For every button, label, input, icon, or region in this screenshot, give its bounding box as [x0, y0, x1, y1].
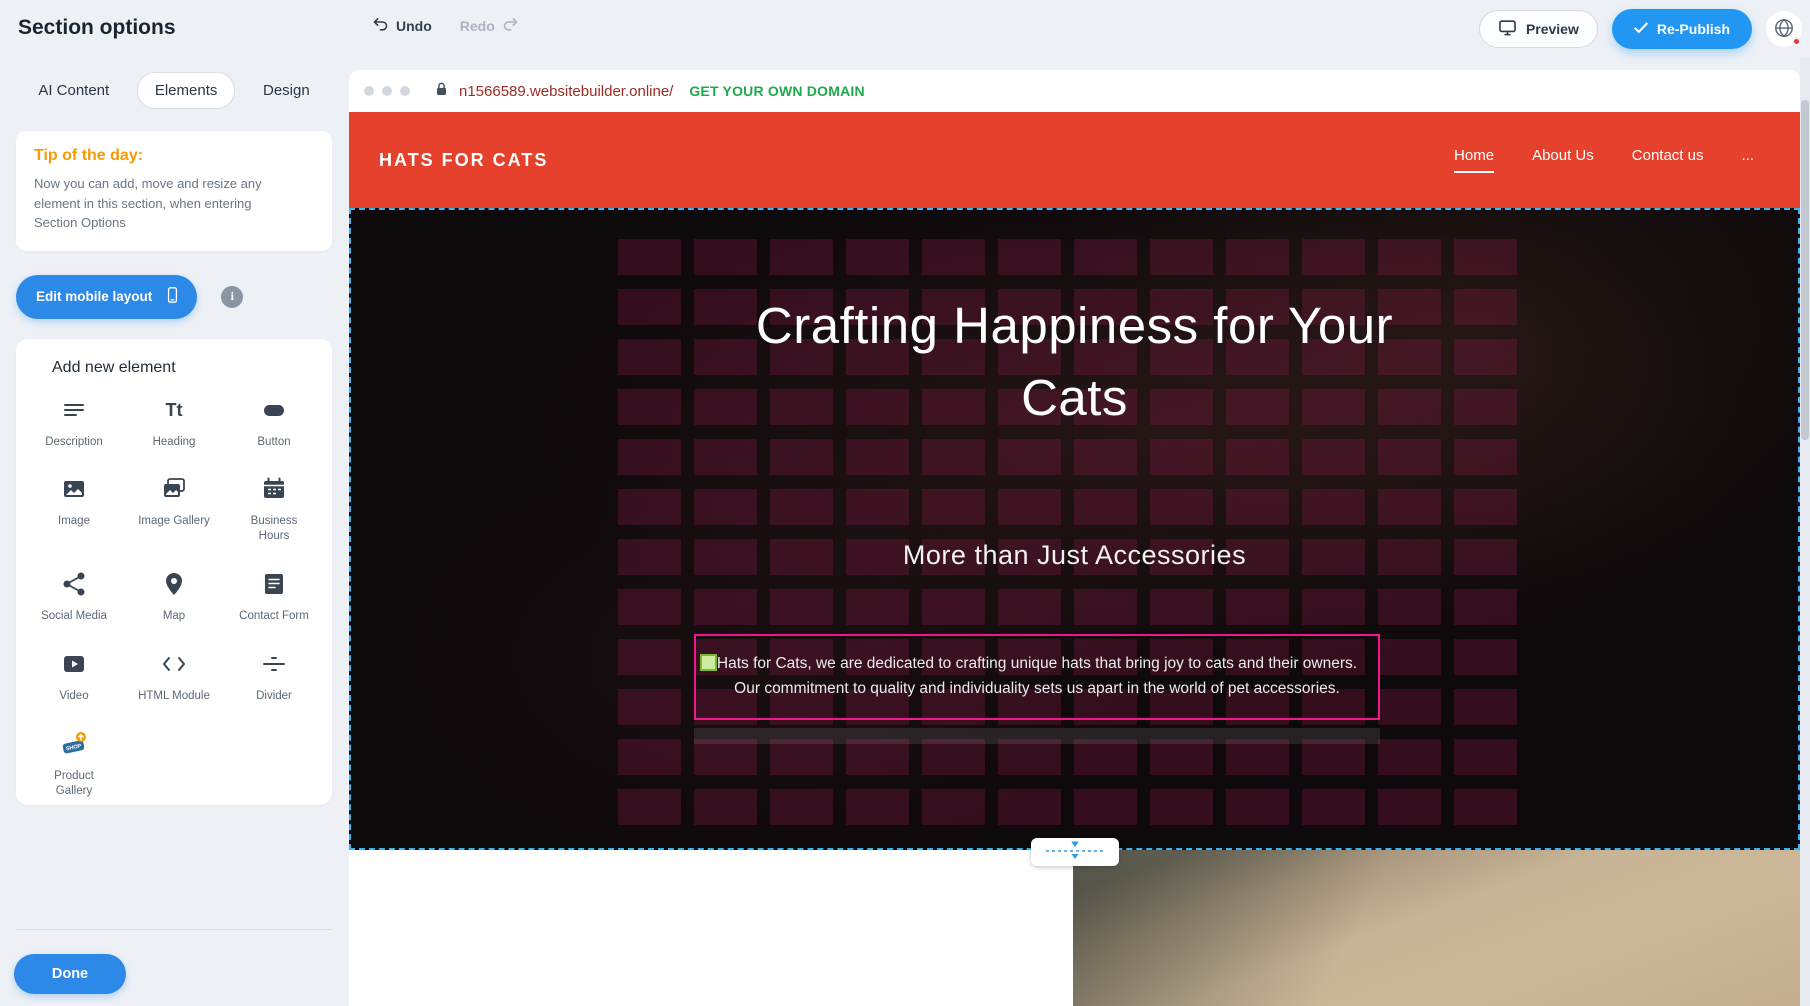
window-dot	[400, 86, 410, 96]
scrollbar-thumb[interactable]	[1801, 100, 1809, 440]
product-gallery-icon: SHOP	[61, 731, 87, 762]
element-item-divider[interactable]: Divider	[224, 651, 324, 704]
tip-title: Tip of the day:	[34, 147, 314, 165]
tip-body: Now you can add, move and resize any ele…	[34, 174, 286, 233]
element-item-button[interactable]: Button	[224, 397, 324, 450]
site-logo[interactable]: HATS FOR CATS	[379, 150, 548, 171]
scrollbar-track[interactable]	[1800, 58, 1810, 1006]
globe-icon	[1773, 17, 1795, 42]
tab-elements[interactable]: Elements	[137, 72, 236, 109]
divider-icon	[261, 651, 287, 682]
nav-contact-us[interactable]: Contact us	[1632, 147, 1704, 173]
element-item-description[interactable]: Description	[24, 397, 124, 450]
tab-design[interactable]: Design	[246, 73, 327, 108]
image-gallery-icon	[161, 476, 187, 507]
check-icon	[1634, 21, 1648, 37]
site-header: HATS FOR CATS Home About Us Contact us .…	[349, 112, 1800, 208]
edit-mobile-layout-button[interactable]: Edit mobile layout	[16, 275, 197, 319]
mobile-layout-row: Edit mobile layout i	[16, 275, 332, 319]
undo-button[interactable]: Undo	[372, 16, 432, 36]
app-topbar: Section options Undo Redo	[0, 0, 1810, 58]
element-item-map[interactable]: Map	[124, 571, 224, 624]
element-item-html-module[interactable]: HTML Module	[124, 651, 224, 704]
hero-subtitle[interactable]: More than Just Accessories	[349, 540, 1800, 571]
notification-dot	[1792, 37, 1801, 46]
element-item-product-gallery[interactable]: SHOP Product Gallery	[24, 731, 124, 799]
next-section	[349, 850, 1800, 1006]
monitor-icon	[1498, 18, 1517, 40]
window-dot	[382, 86, 392, 96]
element-item-image-gallery[interactable]: Image Gallery	[124, 476, 224, 544]
element-item-social-media[interactable]: Social Media	[24, 571, 124, 624]
selected-text-element[interactable]: Hats for Cats, we are dedicated to craft…	[694, 634, 1380, 720]
business-hours-icon	[261, 476, 287, 507]
republish-button[interactable]: Re-Publish	[1612, 9, 1752, 49]
hero-title[interactable]: Crafting Happiness for Your Cats	[730, 290, 1420, 435]
html-module-icon	[161, 651, 187, 682]
heading-icon: Tt	[161, 397, 187, 428]
next-section-blank	[349, 850, 1073, 1006]
lock-icon	[434, 81, 449, 102]
preview-label: Preview	[1526, 21, 1579, 37]
svg-text:Tt: Tt	[166, 400, 183, 420]
site-nav: Home About Us Contact us ...	[1454, 147, 1770, 173]
element-grid: Description Tt Heading Button	[24, 397, 324, 800]
contact-form-icon	[261, 571, 287, 602]
hero-paragraph[interactable]: Hats for Cats, we are dedicated to craft…	[696, 652, 1378, 702]
add-new-element-card: Add new element Description Tt Heading	[16, 339, 332, 806]
map-pin-icon	[161, 571, 187, 602]
redo-label: Redo	[460, 18, 495, 34]
window-dot	[364, 86, 374, 96]
nav-home[interactable]: Home	[1454, 147, 1494, 173]
drag-resize-handle[interactable]	[700, 654, 717, 671]
element-item-contact-form[interactable]: Contact Form	[224, 571, 324, 624]
image-icon	[61, 476, 87, 507]
element-item-business-hours[interactable]: Business Hours	[224, 476, 324, 544]
social-media-icon	[61, 571, 87, 602]
nav-about-us[interactable]: About Us	[1532, 147, 1594, 173]
element-item-heading[interactable]: Tt Heading	[124, 397, 224, 450]
sidebar-tabs: AI Content Elements Design	[16, 72, 332, 109]
language-globe-button[interactable]	[1766, 11, 1802, 47]
tip-of-the-day-card: Tip of the day: Now you can add, move an…	[16, 131, 332, 251]
redo-button[interactable]: Redo	[460, 16, 519, 36]
sidebar-divider	[16, 929, 332, 930]
element-item-video[interactable]: Video	[24, 651, 124, 704]
section-options-sidebar: AI Content Elements Design Tip of the da…	[0, 58, 348, 1006]
add-new-element-title: Add new element	[52, 359, 324, 377]
undo-icon	[372, 16, 389, 36]
button-icon	[261, 397, 287, 428]
hero-section[interactable]: Crafting Happiness for Your Cats More th…	[349, 208, 1800, 850]
page-title: Section options	[18, 16, 176, 40]
description-icon	[61, 397, 87, 428]
get-domain-link[interactable]: GET YOUR OWN DOMAIN	[689, 83, 864, 99]
redo-icon	[502, 16, 519, 36]
republish-label: Re-Publish	[1657, 21, 1730, 37]
next-section-photo	[1073, 850, 1800, 1006]
element-shadow-strip	[694, 728, 1380, 744]
info-icon[interactable]: i	[221, 286, 243, 308]
topbar-actions: Preview Re-Publish	[1479, 9, 1802, 49]
undo-label: Undo	[396, 18, 432, 34]
undo-redo-group: Undo Redo	[372, 16, 519, 36]
done-button[interactable]: Done	[14, 954, 126, 994]
preview-button[interactable]: Preview	[1479, 10, 1598, 48]
video-icon	[61, 651, 87, 682]
editor-canvas: n1566589.websitebuilder.online/ GET YOUR…	[348, 58, 1810, 1006]
section-resize-handle[interactable]	[1031, 838, 1119, 866]
phone-icon	[164, 284, 181, 309]
site-url[interactable]: n1566589.websitebuilder.online/	[459, 83, 673, 100]
browser-chrome-bar: n1566589.websitebuilder.online/ GET YOUR…	[349, 70, 1800, 112]
tab-ai-content[interactable]: AI Content	[21, 73, 126, 108]
nav-more-menu[interactable]: ...	[1741, 147, 1754, 173]
edit-mobile-label: Edit mobile layout	[36, 289, 152, 304]
resize-arrows-icon	[1044, 841, 1106, 864]
element-item-image[interactable]: Image	[24, 476, 124, 544]
window-control-dots	[364, 86, 410, 96]
site-preview: HATS FOR CATS Home About Us Contact us .…	[349, 112, 1800, 1006]
